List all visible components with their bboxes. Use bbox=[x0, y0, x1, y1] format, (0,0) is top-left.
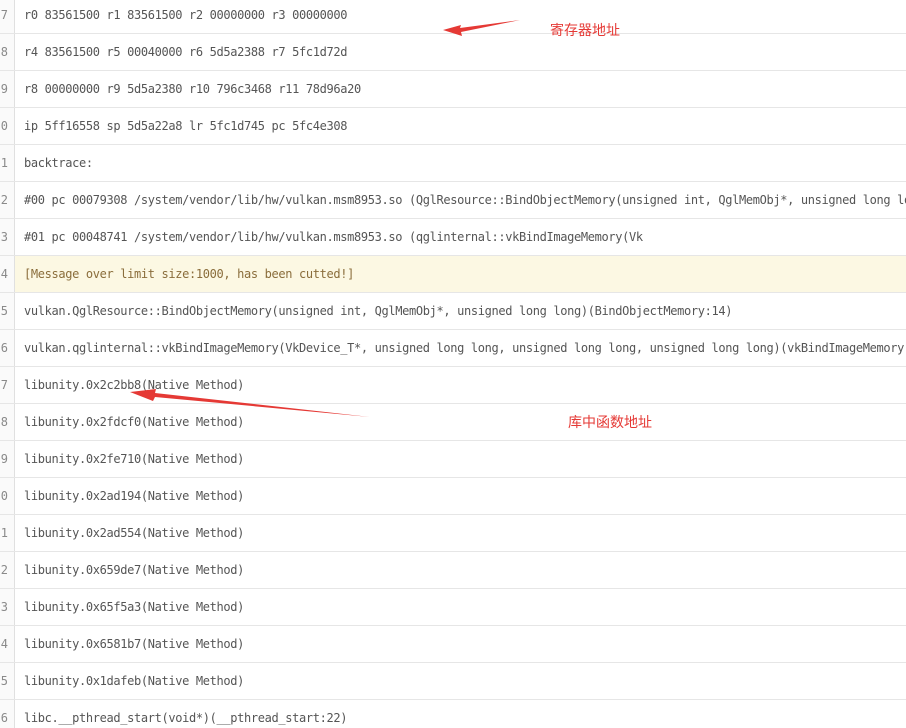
line-number: 0 bbox=[0, 119, 8, 133]
log-row: 4 [Message over limit size:1000, has been… bbox=[0, 256, 906, 293]
log-line-text: r8 00000000 r9 5d5a2380 r10 796c3468 r11… bbox=[24, 82, 361, 96]
line-number: 9 bbox=[0, 82, 8, 96]
line-number: 8 bbox=[0, 415, 8, 429]
log-line-text: backtrace: bbox=[24, 156, 93, 170]
log-line-text: r0 83561500 r1 83561500 r2 00000000 r3 0… bbox=[24, 8, 348, 22]
log-row: 1 backtrace: bbox=[0, 145, 906, 182]
log-line-text: ip 5ff16558 sp 5d5a22a8 lr 5fc1d745 pc 5… bbox=[24, 119, 348, 133]
log-row: 7 libunity.0x2c2bb8(Native Method) bbox=[0, 367, 906, 404]
log-row: 1 libunity.0x2ad554(Native Method) bbox=[0, 515, 906, 552]
log-line-text: libunity.0x65f5a3(Native Method) bbox=[24, 600, 244, 614]
log-viewer: 7 r0 83561500 r1 83561500 r2 00000000 r3 … bbox=[0, 0, 906, 728]
log-line-text: libunity.0x6581b7(Native Method) bbox=[24, 637, 244, 651]
log-row: 4 libunity.0x6581b7(Native Method) bbox=[0, 626, 906, 663]
log-line-text: #01 pc 00048741 /system/vendor/lib/hw/vu… bbox=[24, 230, 643, 244]
line-number-gutter: 6 bbox=[0, 330, 15, 366]
register-address-label: 寄存器地址 bbox=[550, 23, 620, 39]
library-function-address-label: 库中函数地址 bbox=[568, 415, 652, 431]
log-line-text: #00 pc 00079308 /system/vendor/lib/hw/vu… bbox=[24, 193, 906, 207]
line-number-gutter: 9 bbox=[0, 71, 15, 107]
log-line-text: libc.__pthread_start(void*)(__pthread_st… bbox=[24, 711, 348, 725]
line-number: 5 bbox=[0, 674, 8, 688]
line-number: 9 bbox=[0, 452, 8, 466]
line-number-gutter: 3 bbox=[0, 219, 15, 255]
line-number-gutter: 6 bbox=[0, 700, 15, 728]
line-number-gutter: 1 bbox=[0, 145, 15, 181]
log-row: 9 libunity.0x2fe710(Native Method) bbox=[0, 441, 906, 478]
line-number-gutter: 7 bbox=[0, 0, 15, 33]
line-number: 5 bbox=[0, 304, 8, 318]
line-number-gutter: 2 bbox=[0, 552, 15, 588]
line-number-gutter: 8 bbox=[0, 404, 15, 440]
log-row: 6 vulkan.qglinternal::vkBindImageMemory(V… bbox=[0, 330, 906, 367]
log-row: 8 r4 83561500 r5 00040000 r6 5d5a2388 r7 … bbox=[0, 34, 906, 71]
line-number-gutter: 5 bbox=[0, 663, 15, 699]
line-number-gutter: 4 bbox=[0, 626, 15, 662]
log-row: 0 ip 5ff16558 sp 5d5a22a8 lr 5fc1d745 pc … bbox=[0, 108, 906, 145]
line-number: 3 bbox=[0, 600, 8, 614]
line-number-gutter: 3 bbox=[0, 589, 15, 625]
log-line-text: libunity.0x2fdcf0(Native Method) bbox=[24, 415, 244, 429]
line-number: 6 bbox=[0, 711, 8, 725]
line-number-gutter: 8 bbox=[0, 34, 15, 70]
line-number: 2 bbox=[0, 193, 8, 207]
line-number: 0 bbox=[0, 489, 8, 503]
log-row: 8 libunity.0x2fdcf0(Native Method) bbox=[0, 404, 906, 441]
log-row: 9 r8 00000000 r9 5d5a2380 r10 796c3468 r1… bbox=[0, 71, 906, 108]
log-row: 2 libunity.0x659de7(Native Method) bbox=[0, 552, 906, 589]
line-number: 4 bbox=[0, 267, 8, 281]
line-number: 7 bbox=[0, 8, 8, 22]
line-number-gutter: 9 bbox=[0, 441, 15, 477]
log-line-text: libunity.0x2ad194(Native Method) bbox=[24, 489, 244, 503]
log-row: 5 libunity.0x1dafeb(Native Method) bbox=[0, 663, 906, 700]
log-line-text: libunity.0x659de7(Native Method) bbox=[24, 563, 244, 577]
log-table: 7 r0 83561500 r1 83561500 r2 00000000 r3 … bbox=[0, 0, 906, 728]
line-number-gutter: 0 bbox=[0, 478, 15, 514]
log-line-text: libunity.0x1dafeb(Native Method) bbox=[24, 674, 244, 688]
log-row: 3 #01 pc 00048741 /system/vendor/lib/hw/v… bbox=[0, 219, 906, 256]
line-number-gutter: 2 bbox=[0, 182, 15, 218]
line-number-gutter: 4 bbox=[0, 256, 15, 292]
line-number: 8 bbox=[0, 45, 8, 59]
log-row: 3 libunity.0x65f5a3(Native Method) bbox=[0, 589, 906, 626]
line-number: 6 bbox=[0, 341, 8, 355]
log-row: 5 vulkan.QglResource::BindObjectMemory(un… bbox=[0, 293, 906, 330]
line-number: 2 bbox=[0, 563, 8, 577]
log-line-text: libunity.0x2c2bb8(Native Method) bbox=[24, 378, 244, 392]
line-number: 4 bbox=[0, 637, 8, 651]
log-row: 0 libunity.0x2ad194(Native Method) bbox=[0, 478, 906, 515]
log-line-text: r4 83561500 r5 00040000 r6 5d5a2388 r7 5… bbox=[24, 45, 348, 59]
log-row: 6 libc.__pthread_start(void*)(__pthread_s… bbox=[0, 700, 906, 728]
log-line-text: libunity.0x2ad554(Native Method) bbox=[24, 526, 244, 540]
line-number: 3 bbox=[0, 230, 8, 244]
log-row: 7 r0 83561500 r1 83561500 r2 00000000 r3 … bbox=[0, 0, 906, 34]
line-number: 1 bbox=[0, 156, 8, 170]
line-number-gutter: 5 bbox=[0, 293, 15, 329]
line-number: 1 bbox=[0, 526, 8, 540]
log-line-text: libunity.0x2fe710(Native Method) bbox=[24, 452, 244, 466]
log-line-text: vulkan.qglinternal::vkBindImageMemory(Vk… bbox=[24, 341, 906, 355]
line-number-gutter: 7 bbox=[0, 367, 15, 403]
log-line-text: [Message over limit size:1000, has been … bbox=[24, 267, 354, 281]
line-number-gutter: 1 bbox=[0, 515, 15, 551]
line-number: 7 bbox=[0, 378, 8, 392]
log-line-text: vulkan.QglResource::BindObjectMemory(uns… bbox=[24, 304, 733, 318]
log-row: 2 #00 pc 00079308 /system/vendor/lib/hw/v… bbox=[0, 182, 906, 219]
line-number-gutter: 0 bbox=[0, 108, 15, 144]
